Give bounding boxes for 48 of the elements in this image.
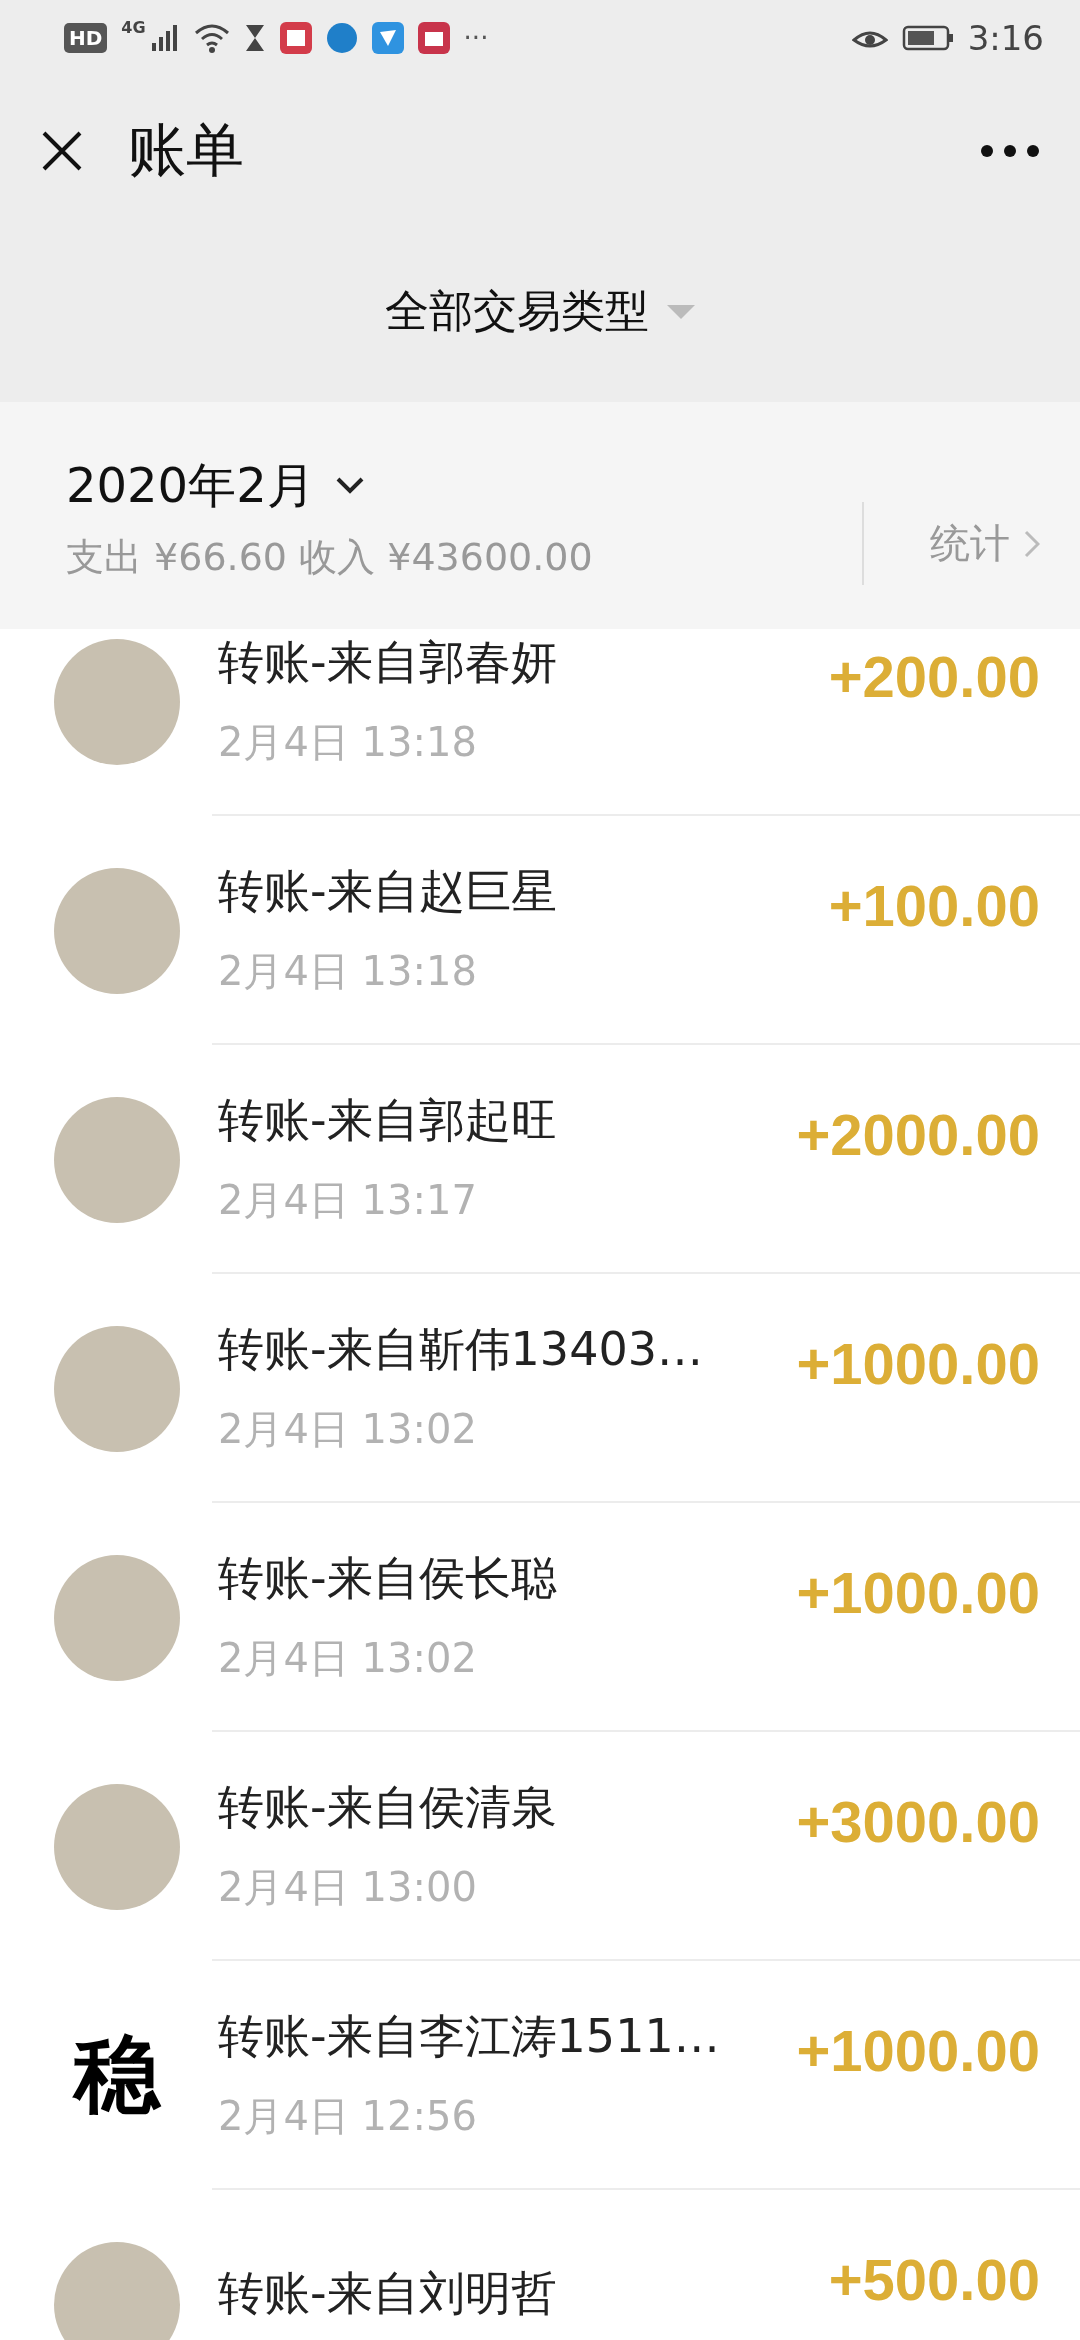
transaction-amount: +100.00 xyxy=(828,872,1040,939)
transaction-time: 2月4日 13:00 xyxy=(218,1862,478,1912)
dropdown-triangle-icon xyxy=(667,304,695,319)
network-label: 4G xyxy=(121,18,146,37)
transaction-amount: +500.00 xyxy=(828,2246,1040,2313)
transaction-title: 转账-来自李江涛1511… xyxy=(218,2008,721,2066)
battery-icon xyxy=(901,24,954,52)
transaction-type-filter[interactable]: 全部交易类型 xyxy=(379,281,701,342)
hourglass-icon xyxy=(243,23,266,53)
transaction-row[interactable]: 转账-来自侯清泉 2月4日 13:00 +3000.00 xyxy=(0,1732,1080,1961)
transaction-title: 转账-来自靳伟13403… xyxy=(218,1321,704,1379)
transaction-row[interactable]: 稳 转账-来自李江涛1511… 2月4日 12:56 +1000.00 xyxy=(0,1961,1080,2190)
transaction-amount: +3000.00 xyxy=(796,1788,1040,1855)
transaction-time: 2月4日 13:17 xyxy=(218,1175,478,1225)
transaction-time: 2月4日 13:02 xyxy=(218,1404,478,1454)
transaction-title: 转账-来自侯长聪 xyxy=(218,1550,558,1608)
transaction-row[interactable]: 转账-来自靳伟13403… 2月4日 13:02 +1000.00 xyxy=(0,1274,1080,1503)
month-selector[interactable]: 2020年2月 xyxy=(66,454,862,518)
transaction-time: 2月4日 12:56 xyxy=(218,2091,478,2141)
avatar-image: 稳 xyxy=(71,2023,162,2126)
transaction-title: 转账-来自郭春妍 xyxy=(218,634,558,692)
transaction-time: 2月4日 13:02 xyxy=(218,1633,478,1683)
transaction-row[interactable]: 转账-来自郭春妍 2月4日 13:18 +200.00 xyxy=(0,629,1080,816)
transaction-amount: +1000.00 xyxy=(796,2017,1040,2084)
transaction-amount: +200.00 xyxy=(828,643,1040,710)
transaction-time: 2月4日 13:18 xyxy=(218,946,478,996)
transaction-amount: +1000.00 xyxy=(796,1559,1040,1626)
signal-icon xyxy=(149,23,180,53)
transaction-time: 2月4日 13:18 xyxy=(218,717,478,767)
transaction-amount: +1000.00 xyxy=(796,1330,1040,1397)
transaction-row[interactable]: 转账-来自侯长聪 2月4日 13:02 +1000.00 xyxy=(0,1503,1080,1732)
transaction-amount: +2000.00 xyxy=(796,1101,1040,1168)
hd-badge: HD xyxy=(64,23,108,53)
transaction-row[interactable]: 转账-来自郭起旺 2月4日 13:17 +2000.00 xyxy=(0,1045,1080,1274)
page-title: 账单 xyxy=(128,115,245,186)
chevron-down-icon xyxy=(334,476,365,496)
close-button[interactable] xyxy=(40,129,84,173)
monthly-totals: 支出 ¥66.60 收入 ¥43600.00 xyxy=(66,534,594,581)
clock-time: 3:16 xyxy=(967,18,1044,58)
more-notifications-label: ··· xyxy=(463,23,489,53)
wifi-icon xyxy=(193,23,230,53)
transaction-title: 转账-来自侯清泉 xyxy=(218,1779,558,1837)
transaction-title: 转账-来自郭起旺 xyxy=(218,1092,558,1150)
chevron-right-icon xyxy=(1024,529,1040,558)
transaction-title: 转账-来自赵巨星 xyxy=(218,863,558,921)
more-options-button[interactable] xyxy=(980,144,1040,158)
transaction-title: 转账-来自刘明哲 xyxy=(218,2264,558,2322)
transaction-row[interactable]: 转账-来自赵巨星 2月4日 13:18 +100.00 xyxy=(0,816,1080,1045)
